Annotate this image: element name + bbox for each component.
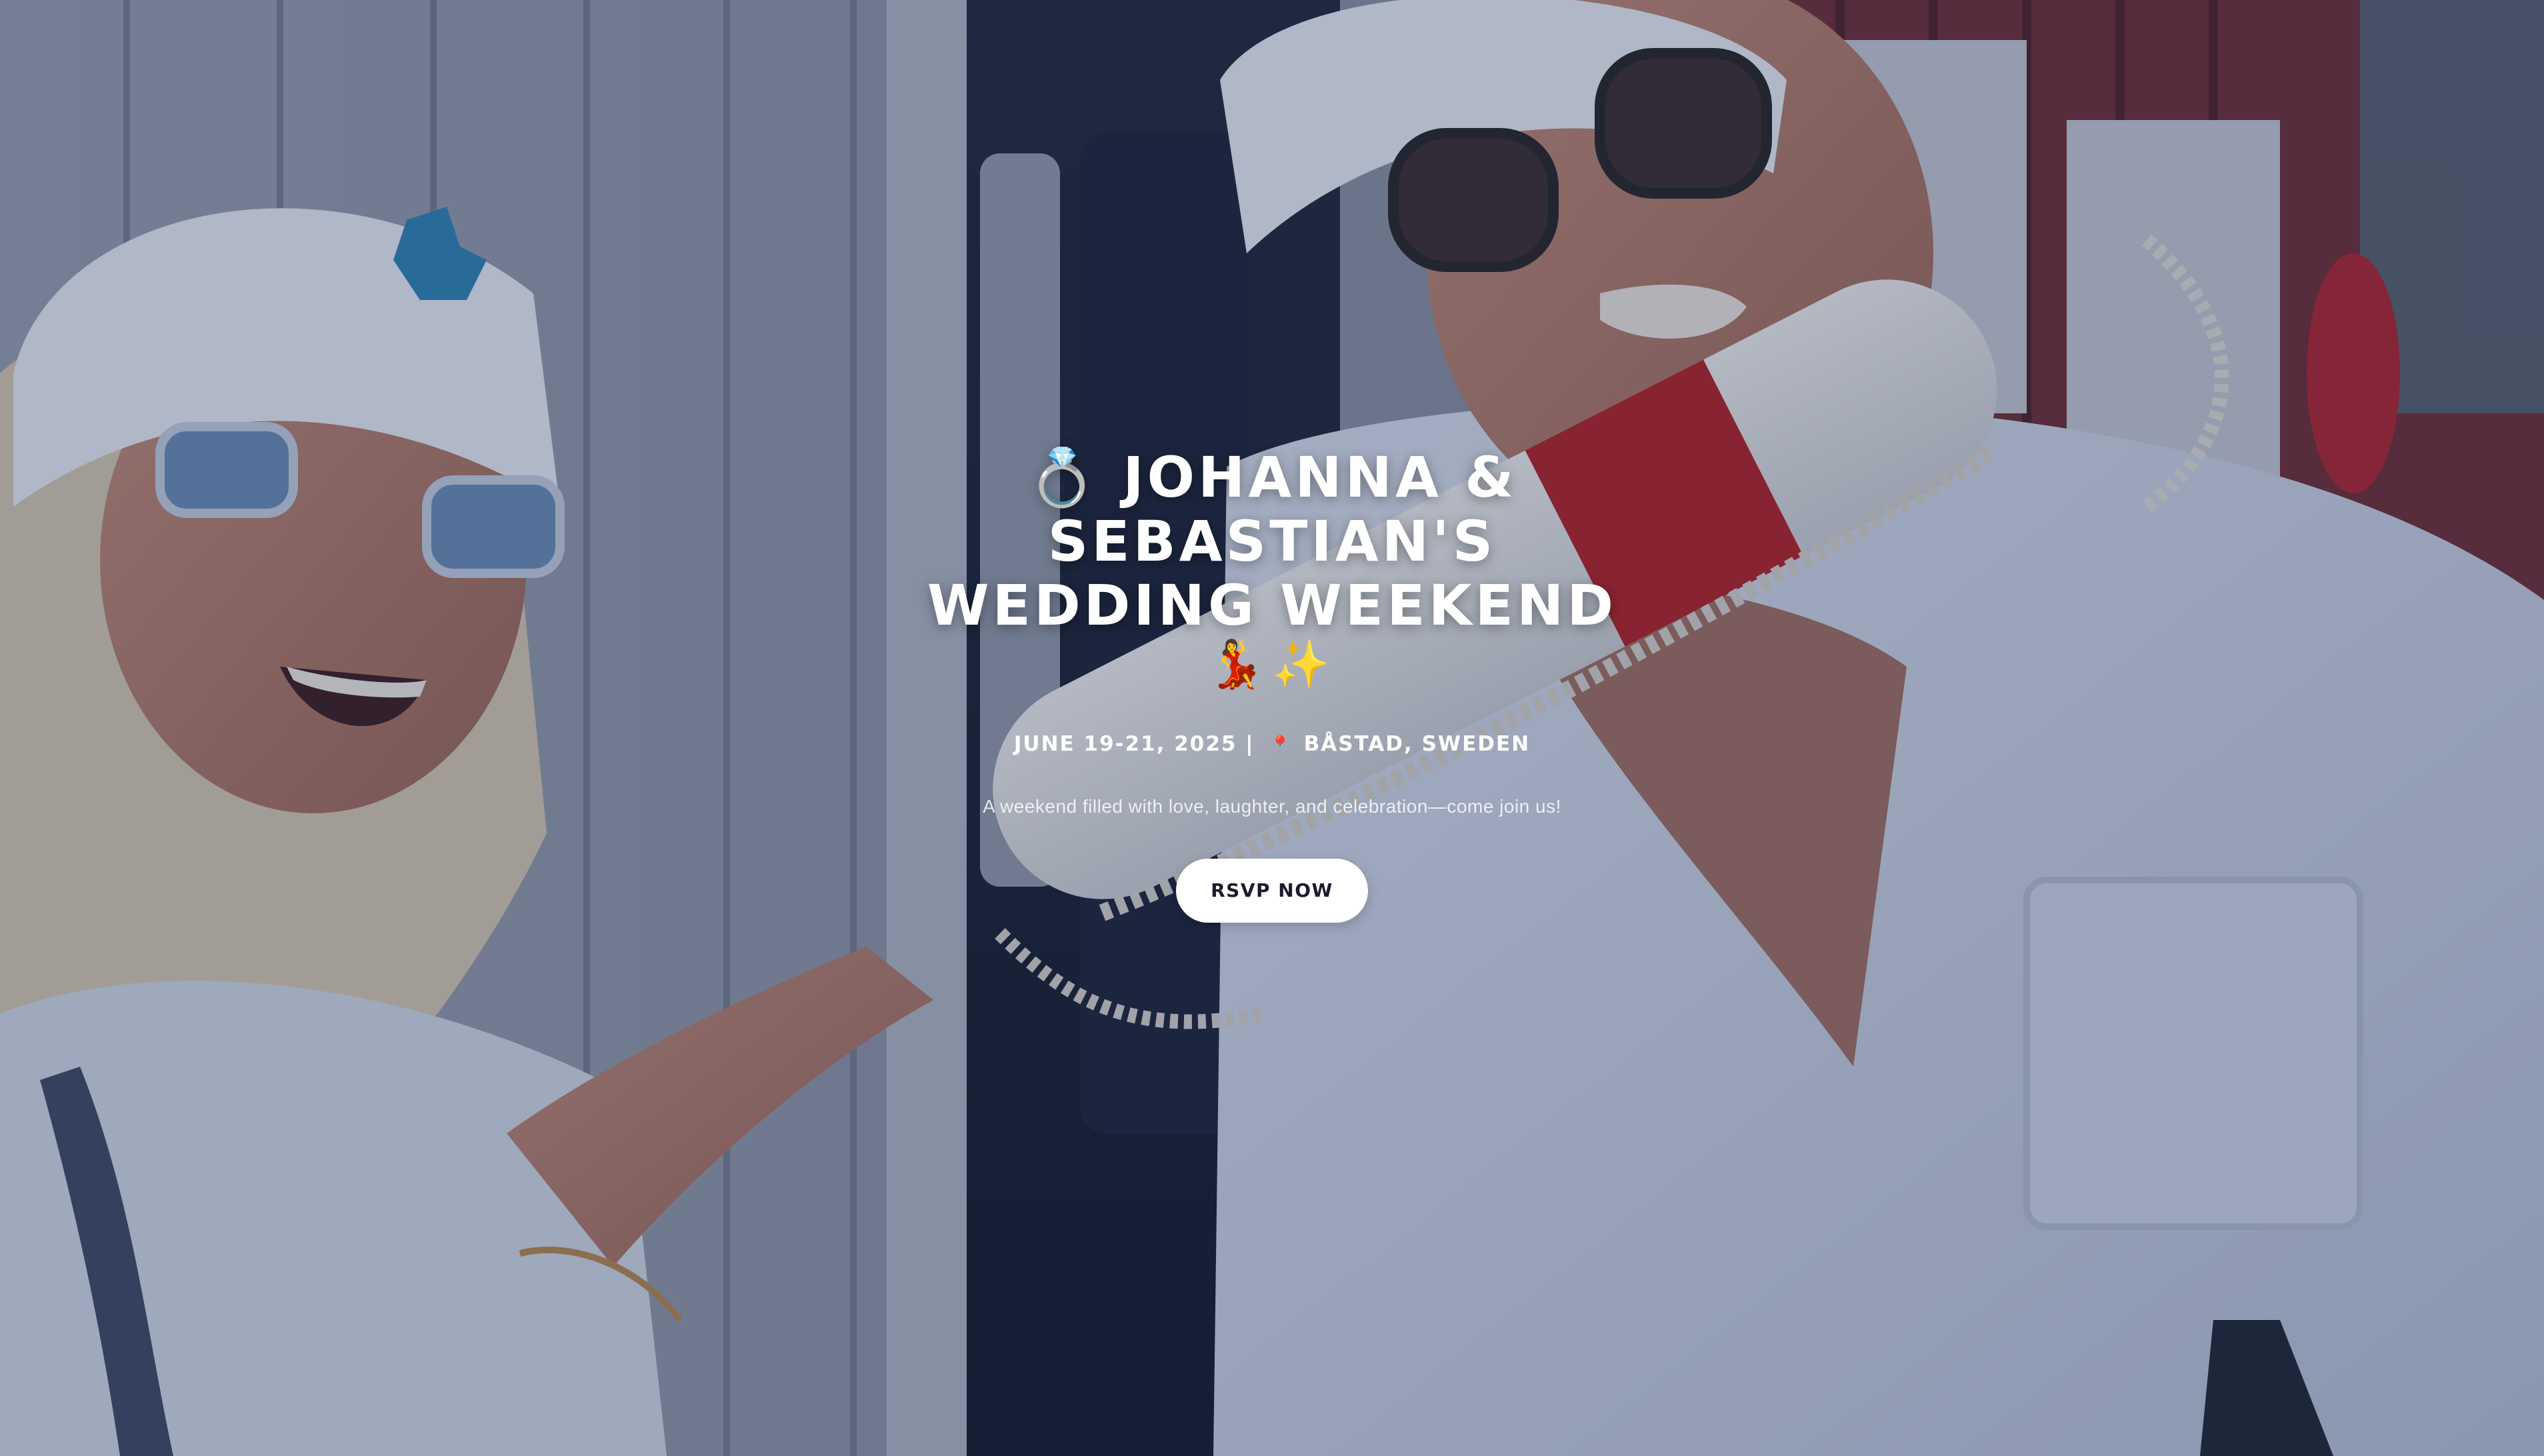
event-location: Båstad, Sweden	[1303, 732, 1531, 756]
meta-separator: |	[1245, 732, 1255, 756]
location-pin-icon: 📍	[1269, 735, 1293, 755]
event-date: June 19-21, 2025	[1013, 732, 1237, 756]
hero-title-line: 💍 Johanna &	[1027, 445, 1517, 510]
event-date-location: June 19-21, 2025 | 📍 Båstad, Sweden	[839, 732, 1705, 756]
hero-tagline: A weekend filled with love, laughter, an…	[983, 796, 1561, 817]
hero-title-line: Wedding Weekend	[927, 573, 1617, 638]
rsvp-button[interactable]: RSVP NOW	[1176, 859, 1368, 923]
hero-title-line: Sebastian's	[1047, 509, 1497, 574]
dancer-sparkles-emoji: 💃✨	[1207, 637, 1337, 691]
hero-title: 💍 Johanna & Sebastian's Wedding Weekend	[839, 445, 1705, 637]
hero-content: 💍 Johanna & Sebastian's Wedding Weekend …	[839, 445, 1705, 923]
